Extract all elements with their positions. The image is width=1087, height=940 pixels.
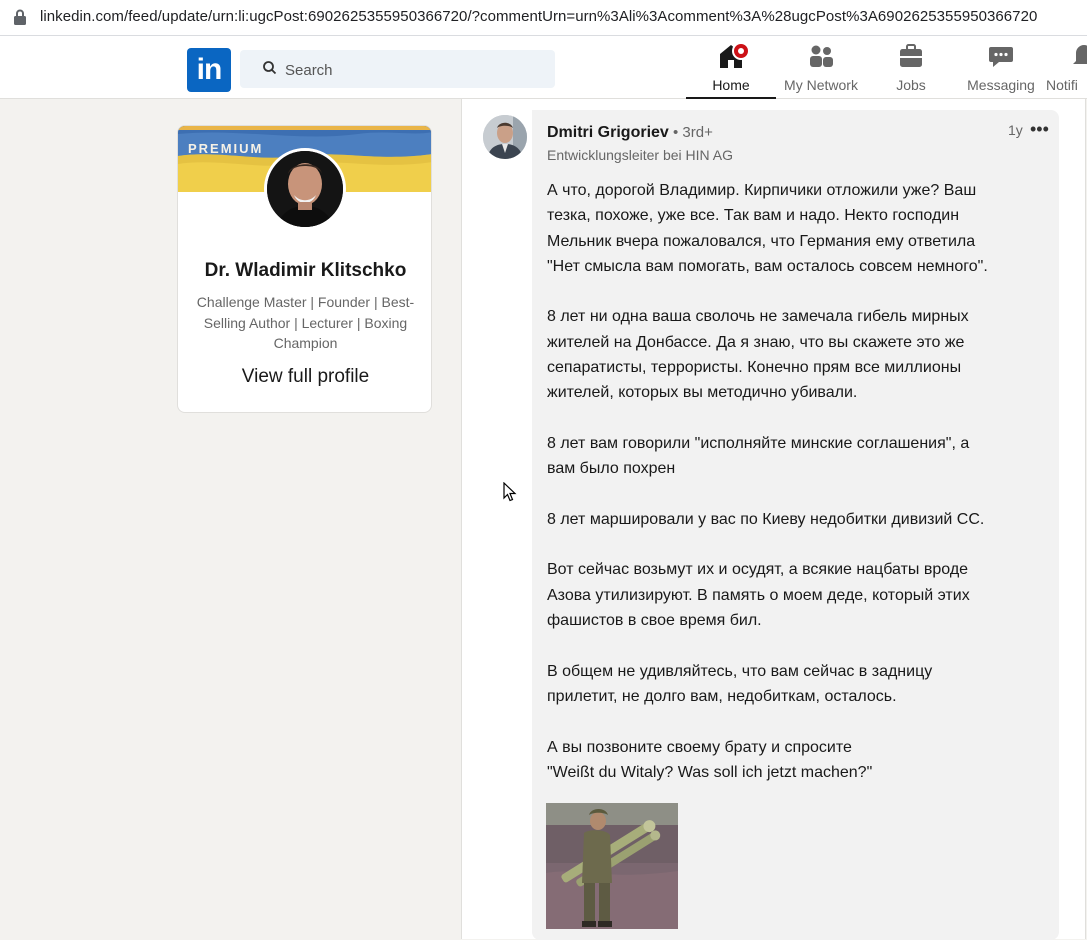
network-icon: [810, 45, 833, 67]
profile-headline: Challenge Master | Founder | Best-Sellin…: [196, 294, 415, 351]
comment-timestamp: 1y: [1008, 122, 1023, 138]
lock-icon: [14, 9, 26, 25]
profile-name[interactable]: Dr. Wladimir Klitschko: [178, 260, 431, 282]
comment-image[interactable]: [546, 803, 678, 929]
linkedin-logo[interactable]: in: [187, 48, 231, 92]
search-box[interactable]: [240, 50, 555, 88]
nav-messaging[interactable]: Messaging: [956, 42, 1046, 99]
premium-accent-bar: [178, 126, 431, 130]
premium-label: PREMIUM: [188, 141, 264, 156]
top-navigation: in Home My Network Jobs: [0, 36, 1087, 99]
search-icon: [263, 61, 277, 75]
nav-notifications-label: Notifi: [1046, 77, 1078, 93]
nav-my-network[interactable]: My Network: [776, 42, 866, 99]
notification-badge: [732, 42, 750, 60]
browser-address-bar[interactable]: linkedin.com/feed/update/urn:li:ugcPost:…: [0, 0, 1087, 36]
nav-jobs-label: Jobs: [896, 77, 926, 93]
comment-author[interactable]: Dmitri Grigoriev • 3rd+: [547, 124, 713, 142]
nav-jobs[interactable]: Jobs: [866, 42, 956, 99]
comment-text: А что, дорогой Владимир. Кирпичики отлож…: [547, 182, 988, 781]
briefcase-icon: [900, 44, 922, 67]
chat-icon: [989, 47, 1013, 67]
nav-home-label: Home: [712, 77, 750, 93]
comment-author-headline: Entwicklungsleiter bei HIN AG: [547, 147, 733, 163]
nav-my-network-label: My Network: [784, 77, 858, 93]
view-full-profile-link[interactable]: View full profile: [178, 366, 431, 388]
commenter-avatar[interactable]: [483, 115, 527, 159]
mouse-cursor-icon: [503, 482, 517, 502]
bell-icon: [1073, 45, 1087, 64]
search-input[interactable]: [285, 59, 545, 81]
more-options-icon[interactable]: •••: [1030, 120, 1050, 138]
profile-avatar[interactable]: [264, 148, 346, 230]
nav-home[interactable]: Home: [686, 42, 776, 99]
nav-messaging-label: Messaging: [967, 77, 1035, 93]
profile-card: PREMIUM Dr. Wladimir Klitschko Challenge…: [177, 125, 432, 413]
comment-author-name[interactable]: Dmitri Grigoriev: [547, 124, 669, 141]
url-text[interactable]: linkedin.com/feed/update/urn:li:ugcPost:…: [40, 8, 1087, 25]
connection-degree: • 3rd+: [668, 124, 713, 141]
nav-notifications[interactable]: Notifi: [1046, 42, 1087, 99]
